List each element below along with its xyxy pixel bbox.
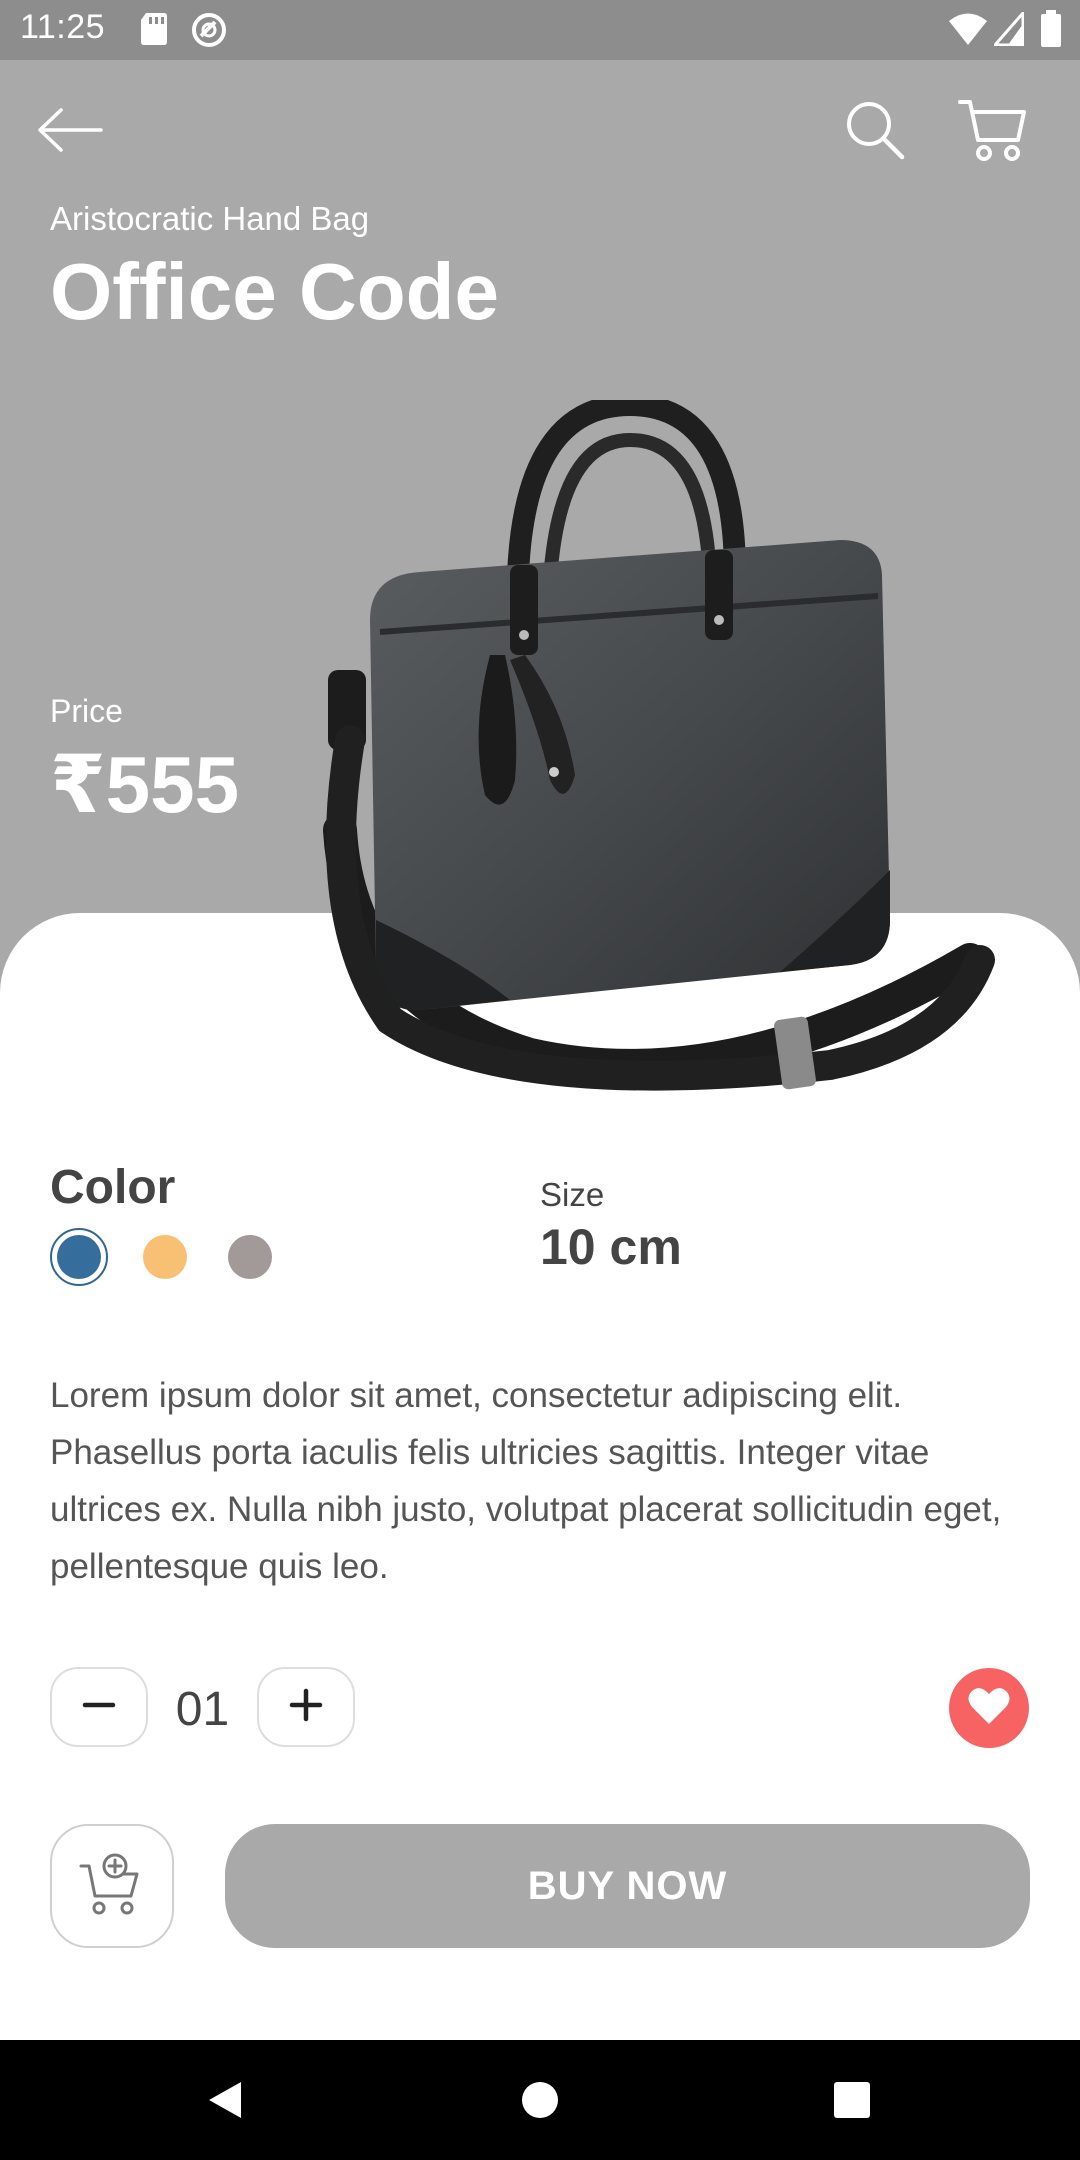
wifi-icon <box>948 12 988 51</box>
size-label: Size <box>540 1176 605 1213</box>
sync-icon <box>190 11 228 54</box>
plus-icon <box>286 1685 326 1730</box>
color-swatch-blue[interactable] <box>57 1235 101 1279</box>
product-title: Office Code <box>50 247 499 336</box>
color-swatch-taupe[interactable] <box>228 1235 272 1279</box>
sd-card-icon <box>140 12 168 51</box>
add-to-cart-button[interactable] <box>50 1824 174 1948</box>
product-subtitle: Aristocratic Hand Bag <box>50 200 370 237</box>
color-label: Color <box>50 1161 176 1214</box>
back-nav-icon[interactable] <box>205 2080 245 2120</box>
increment-button[interactable] <box>257 1667 355 1747</box>
home-nav-icon[interactable] <box>520 2080 560 2120</box>
battery-icon <box>1040 10 1062 53</box>
heart-icon <box>967 1686 1011 1731</box>
search-icon[interactable] <box>835 90 915 170</box>
decrement-button[interactable] <box>50 1667 148 1747</box>
minus-icon <box>79 1685 119 1730</box>
arrow-left-icon[interactable] <box>30 90 110 170</box>
recents-nav-icon[interactable] <box>832 2080 872 2120</box>
cart-icon[interactable] <box>953 90 1033 170</box>
cart-plus-icon <box>79 1852 145 1921</box>
price-value: ₹555 <box>50 740 240 829</box>
price-label: Price <box>50 693 123 729</box>
product-description: Lorem ipsum dolor sit amet, consectetur … <box>50 1376 1002 1586</box>
product-image <box>310 393 1000 1110</box>
color-swatch-orange[interactable] <box>143 1235 187 1279</box>
signal-icon <box>991 9 1025 51</box>
quantity-value: 01 <box>175 1683 230 1736</box>
size-value: 10 cm <box>540 1219 682 1275</box>
favorite-button[interactable] <box>949 1668 1029 1748</box>
status-time: 11:25 <box>20 8 106 46</box>
buy-now-button[interactable]: BUY NOW <box>225 1824 1030 1948</box>
